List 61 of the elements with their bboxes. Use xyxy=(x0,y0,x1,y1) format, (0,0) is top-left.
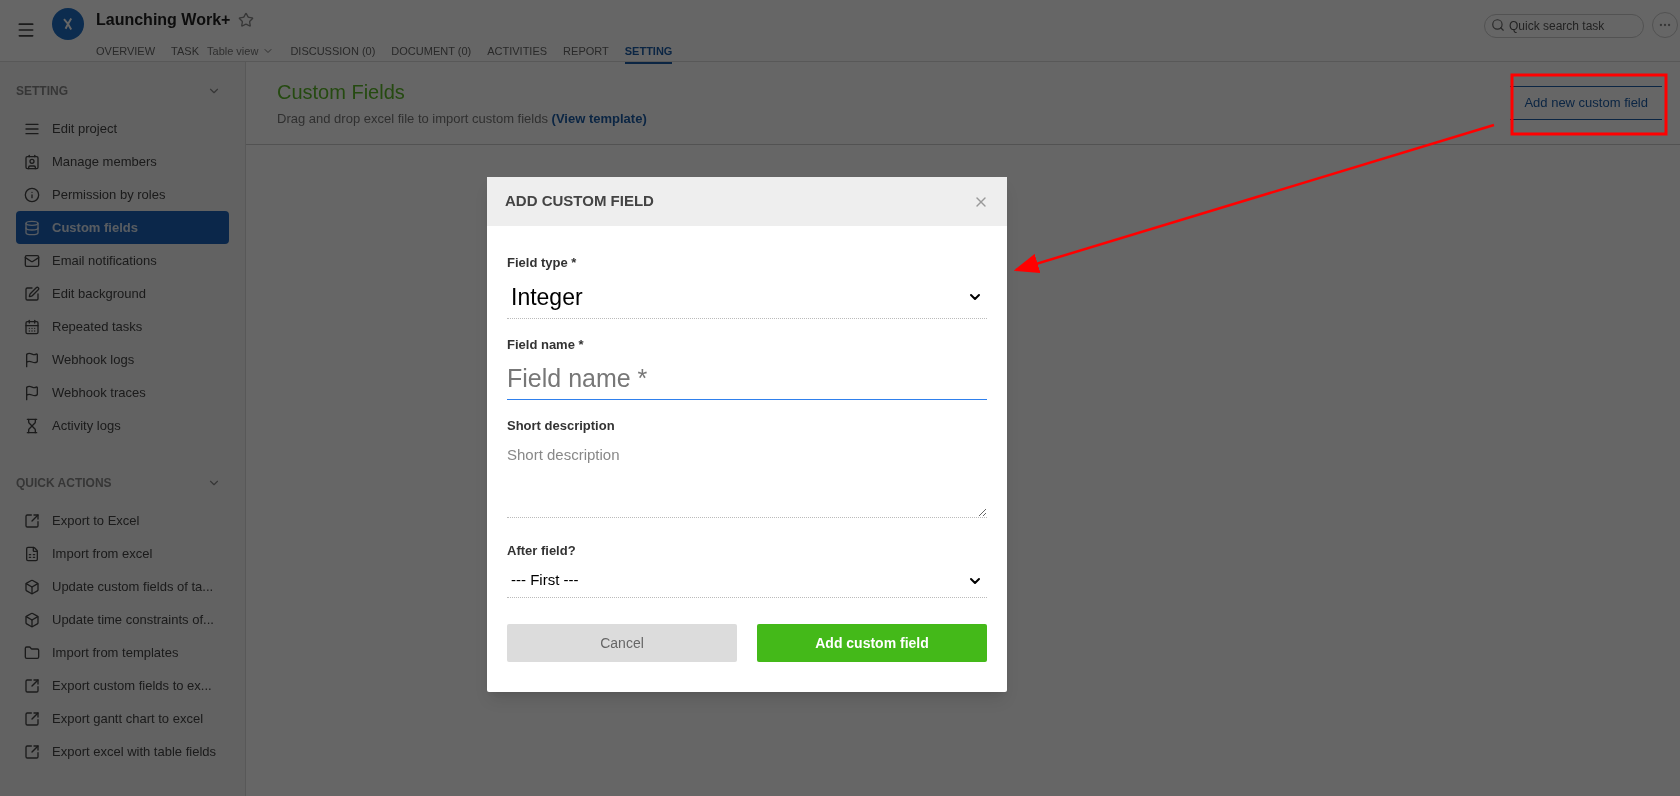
cube-icon xyxy=(24,611,40,628)
cube-icon xyxy=(24,578,40,595)
flag-icon xyxy=(24,351,40,368)
nav-tab[interactable]: OVERVIEW xyxy=(96,40,156,64)
textarea-field[interactable]: Short description xyxy=(507,439,987,518)
nav-tab[interactable]: SETTING xyxy=(624,40,673,64)
dialog-title: ADD CUSTOM FIELD xyxy=(505,191,654,212)
envelope-icon xyxy=(24,252,40,269)
export-arrow-icon xyxy=(24,677,40,694)
sidebar-item[interactable]: Import from excel xyxy=(16,537,229,570)
sidebar-item[interactable]: Webhook traces xyxy=(16,376,229,409)
sidebar-item[interactable]: Import from templates xyxy=(16,636,229,669)
search-field[interactable]: Quick search task xyxy=(1484,13,1644,38)
add-custom-field-submit-button[interactable]: Add custom field xyxy=(757,624,987,662)
sidebar-item[interactable]: Email notifications xyxy=(16,244,229,277)
flag-icon xyxy=(24,384,40,401)
calendar-icon xyxy=(24,318,40,335)
database-icon xyxy=(24,219,40,236)
folder-icon xyxy=(24,644,40,661)
add-custom-field-button[interactable]: Add new custom field xyxy=(1510,86,1662,120)
project-title: Launching Work+ xyxy=(96,10,231,30)
page-title: Custom Fields xyxy=(277,80,406,106)
sidebar-item[interactable]: Permission by roles xyxy=(16,178,229,211)
sidebar-item[interactable]: Repeated tasks xyxy=(16,310,229,343)
field-label: Field name * xyxy=(507,335,585,354)
field-label: Field type * xyxy=(507,254,578,272)
cancel-button[interactable]: Cancel xyxy=(507,624,737,662)
export-arrow-icon xyxy=(24,743,40,760)
input-field[interactable]: Field name * xyxy=(507,358,987,400)
view-template-link[interactable]: (View template) xyxy=(551,111,647,127)
sidebar-item[interactable]: Export custom fields to ex... xyxy=(16,669,229,702)
sidebar-item[interactable]: Custom fields xyxy=(16,211,229,244)
star-icon[interactable] xyxy=(238,12,255,28)
nav-tab[interactable]: DOCUMENT (0) xyxy=(391,40,472,64)
contact-card-icon xyxy=(24,153,40,170)
hourglass-icon xyxy=(24,417,40,434)
logo-icon xyxy=(52,8,84,40)
sidebar-item[interactable]: Update custom fields of ta... xyxy=(16,570,229,603)
select-field[interactable]: --- First --- xyxy=(507,564,987,598)
sidebar-item[interactable]: Manage members xyxy=(16,145,229,178)
nav-tab[interactable]: REPORT xyxy=(563,40,609,64)
sidebar-item[interactable]: Webhook logs xyxy=(16,343,229,376)
sidebar-item[interactable]: Export to Excel xyxy=(16,504,229,537)
export-arrow-icon xyxy=(24,710,40,727)
pencil-square-icon xyxy=(24,285,40,302)
select-field[interactable]: Integer xyxy=(507,276,987,319)
menu-icon[interactable] xyxy=(16,20,36,40)
spreadsheet-file-icon xyxy=(24,545,40,562)
info-circle-icon xyxy=(24,186,40,203)
sidebar-item[interactable]: Activity logs xyxy=(16,409,229,442)
sidebar-item[interactable]: Export gantt chart to excel xyxy=(16,702,229,735)
sidebar-item[interactable]: Edit project xyxy=(16,112,229,145)
nav-tab[interactable]: ACTIVITIES xyxy=(487,40,548,64)
sidebar-item[interactable]: Edit background xyxy=(16,277,229,310)
export-arrow-icon xyxy=(24,512,40,529)
field-label: After field? xyxy=(507,541,577,560)
sidebar-item[interactable]: Export excel with table fields xyxy=(16,735,229,768)
search-icon xyxy=(1491,17,1505,32)
nav-tab[interactable]: DISCUSSION (0) xyxy=(290,40,376,64)
field-label: Short description xyxy=(507,417,616,435)
sidebar-item[interactable]: Update time constraints of... xyxy=(16,603,229,636)
